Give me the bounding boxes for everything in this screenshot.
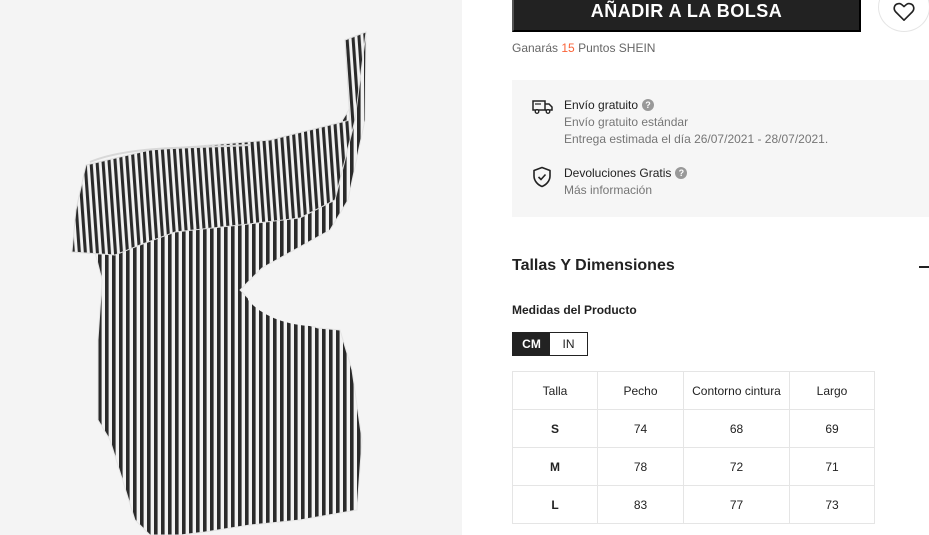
product-image[interactable] xyxy=(0,0,462,535)
shield-check-icon xyxy=(532,166,564,199)
table-cell: 77 xyxy=(683,485,790,524)
table-row: S 74 68 69 xyxy=(512,409,875,448)
size-section-heading[interactable]: Tallas Y Dimensiones xyxy=(512,257,675,275)
table-header: Largo xyxy=(789,371,875,410)
table-cell: 68 xyxy=(683,409,790,448)
unit-in-button[interactable]: IN xyxy=(550,333,587,355)
shipping-title: Envío gratuito ? xyxy=(564,98,828,112)
points-value: 15 xyxy=(561,41,575,55)
table-header: Talla xyxy=(512,371,598,410)
points-prefix: Ganarás xyxy=(512,41,559,55)
table-cell: 74 xyxy=(597,409,684,448)
table-header: Contorno cintura xyxy=(683,371,790,410)
points-info: Ganarás 15 Puntos SHEIN xyxy=(512,41,655,55)
points-suffix: Puntos SHEIN xyxy=(578,41,656,55)
returns-title-text: Devoluciones Gratis xyxy=(564,166,672,180)
returns-title: Devoluciones Gratis ? xyxy=(564,166,688,180)
table-row: L 83 77 73 xyxy=(512,485,875,524)
minus-icon[interactable] xyxy=(919,266,929,268)
help-icon[interactable]: ? xyxy=(642,99,655,111)
measures-label: Medidas del Producto xyxy=(512,303,637,317)
table-cell: 83 xyxy=(597,485,684,524)
shipping-title-text: Envío gratuito xyxy=(564,98,639,112)
help-icon[interactable]: ? xyxy=(675,167,688,179)
shipping-returns-box: Envío gratuito ? Envío gratuito estándar… xyxy=(512,80,929,217)
table-cell: 69 xyxy=(789,409,875,448)
returns-row: Devoluciones Gratis ? Más información xyxy=(532,166,688,199)
table-cell: M xyxy=(512,447,598,486)
returns-more-info-link[interactable]: Más información xyxy=(564,182,687,199)
table-header: Pecho xyxy=(597,371,684,410)
table-cell: S xyxy=(512,409,598,448)
shipping-row: Envío gratuito ? Envío gratuito estándar… xyxy=(532,98,828,148)
table-cell: 72 xyxy=(683,447,790,486)
table-cell: 71 xyxy=(789,447,875,486)
unit-cm-button[interactable]: CM xyxy=(513,333,550,355)
add-to-bag-button[interactable]: AÑADIR A LA BOLSA xyxy=(512,0,861,32)
truck-icon xyxy=(532,98,564,148)
shipping-subtitle: Envío gratuito estándar xyxy=(564,115,689,129)
shipping-estimate: Entrega estimada el día 26/07/2021 - 28/… xyxy=(564,132,829,146)
table-cell: 78 xyxy=(597,447,684,486)
unit-toggle: CM IN xyxy=(512,332,588,356)
table-header-row: Talla Pecho Contorno cintura Largo xyxy=(512,371,875,410)
size-table: Talla Pecho Contorno cintura Largo S 74 … xyxy=(512,371,875,524)
table-cell: L xyxy=(512,485,598,524)
table-cell: 73 xyxy=(789,485,875,524)
table-row: M 78 72 71 xyxy=(512,447,875,486)
swimsuit-photo xyxy=(71,31,367,535)
wishlist-button[interactable] xyxy=(878,0,929,32)
heart-icon xyxy=(893,2,915,21)
